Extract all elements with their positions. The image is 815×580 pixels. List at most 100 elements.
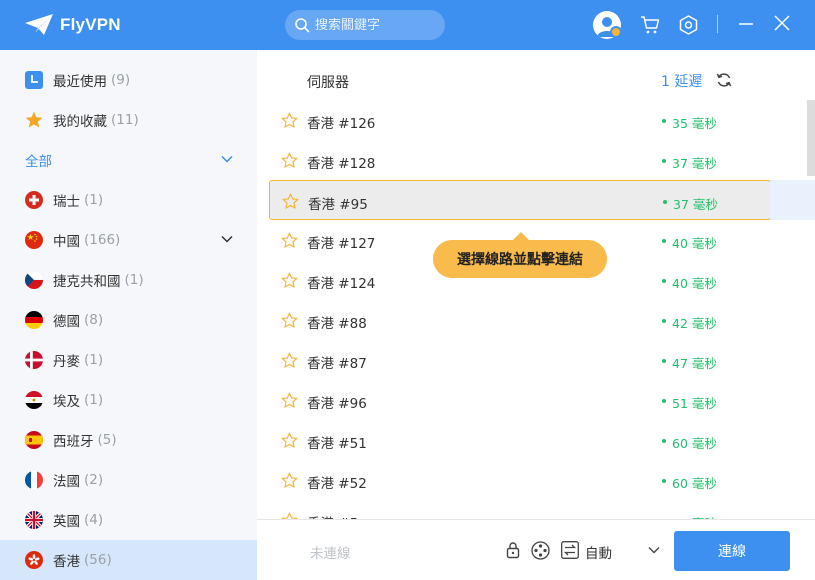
sidebar-item-count: (2) bbox=[84, 472, 104, 488]
germany-flag-icon bbox=[25, 311, 43, 329]
server-latency: 37 毫秒 bbox=[673, 197, 718, 212]
header-divider bbox=[717, 15, 718, 33]
sidebar-item-france[interactable]: 法國 (2) bbox=[0, 460, 257, 500]
sidebar-item-count: (11) bbox=[111, 112, 139, 128]
server-row[interactable]: 香港 #88 42 毫秒 bbox=[269, 300, 771, 340]
sidebar-item-spain[interactable]: 西班牙 (5) bbox=[0, 420, 257, 460]
favorite-star-icon[interactable] bbox=[281, 112, 298, 129]
sidebar-item-count: (8) bbox=[84, 312, 104, 328]
server-row[interactable]: 香港 #564 毫秒 bbox=[269, 500, 771, 519]
sidebar-item-favorites[interactable]: 我的收藏 (11) bbox=[0, 100, 257, 140]
server-name: 香港 #126 bbox=[307, 116, 376, 132]
settings-icon[interactable] bbox=[679, 15, 698, 35]
sidebar-item-hongkong[interactable]: 香港 (56) bbox=[0, 540, 257, 580]
server-latency: 60 毫秒 bbox=[672, 436, 717, 451]
sidebar-item-label: 捷克共和國 bbox=[53, 274, 121, 290]
sidebar-item-germany[interactable]: 德國 (8) bbox=[0, 300, 257, 340]
server-row[interactable]: 香港 #126 35 毫秒 bbox=[269, 100, 771, 140]
connect-button[interactable]: 連線 bbox=[674, 531, 790, 571]
cart-icon[interactable] bbox=[640, 15, 660, 35]
sidebar-item-count: (1) bbox=[84, 352, 104, 368]
favorite-star-icon[interactable] bbox=[281, 312, 298, 329]
server-name: 香港 #88 bbox=[307, 316, 367, 332]
sidebar-item-uk[interactable]: 英國 (4) bbox=[0, 500, 257, 540]
sidebar-item-switzerland[interactable]: 瑞士 (1) bbox=[0, 180, 257, 220]
server-name: 香港 #95 bbox=[308, 197, 368, 213]
switch-mode-icon[interactable] bbox=[561, 541, 579, 559]
sidebar-item-china[interactable]: 中國 (166) bbox=[0, 220, 257, 260]
server-row[interactable]: 香港 #128 37 毫秒 bbox=[269, 140, 771, 180]
server-latency: 37 毫秒 bbox=[672, 156, 717, 171]
connection-status: 未連線 bbox=[310, 546, 351, 562]
close-icon[interactable] bbox=[774, 15, 790, 31]
server-name: 香港 #5 bbox=[307, 512, 358, 519]
favorite-star-icon[interactable] bbox=[281, 512, 298, 519]
sidebar-item-label: 香港 bbox=[53, 554, 80, 570]
refresh-icon[interactable] bbox=[716, 72, 732, 88]
sidebar-item-denmark[interactable]: 丹麥 (1) bbox=[0, 340, 257, 380]
chevron-down-icon[interactable] bbox=[648, 546, 660, 554]
favorite-star-icon[interactable] bbox=[282, 193, 299, 210]
protocol-icon[interactable] bbox=[531, 541, 550, 560]
hongkong-flag-icon bbox=[25, 551, 43, 569]
server-row[interactable]: 香港 #96 51 毫秒 bbox=[269, 380, 771, 420]
latency-dot bbox=[662, 319, 666, 323]
sidebar-item-label: 德國 bbox=[53, 314, 80, 330]
czech-flag-icon bbox=[25, 271, 43, 289]
sidebar-item-label: 最近使用 bbox=[53, 74, 107, 90]
favorite-star-icon[interactable] bbox=[281, 352, 298, 369]
chevron-down-icon bbox=[221, 155, 233, 163]
sidebar-item-label: 中國 bbox=[53, 234, 80, 250]
denmark-flag-icon bbox=[25, 351, 43, 369]
latency-dot bbox=[662, 119, 666, 123]
clock-icon bbox=[25, 71, 43, 89]
server-latency: 60 毫秒 bbox=[672, 476, 717, 491]
favorite-star-icon[interactable] bbox=[281, 152, 298, 169]
swiss-flag-icon bbox=[25, 191, 43, 209]
favorite-star-icon[interactable] bbox=[281, 232, 298, 249]
latency-dot bbox=[662, 399, 666, 403]
server-row[interactable]: 香港 #87 47 毫秒 bbox=[269, 340, 771, 380]
server-latency: 35 毫秒 bbox=[672, 116, 717, 131]
column-latency[interactable]: 1 延遲 bbox=[661, 71, 702, 91]
favorite-star-icon[interactable] bbox=[281, 472, 298, 489]
column-server[interactable]: 伺服器 bbox=[307, 72, 349, 92]
sidebar-item-recent[interactable]: 最近使用 (9) bbox=[0, 60, 257, 100]
server-row[interactable]: 香港 #95 37 毫秒 bbox=[269, 180, 815, 220]
server-name: 香港 #128 bbox=[307, 156, 376, 172]
favorite-star-icon[interactable] bbox=[281, 272, 298, 289]
latency-dot bbox=[662, 159, 666, 163]
sidebar-item-czech[interactable]: 捷克共和國 (1) bbox=[0, 260, 257, 300]
server-row[interactable]: 香港 #51 60 毫秒 bbox=[269, 420, 771, 460]
title-bar: FlyVPN bbox=[0, 0, 815, 50]
star-icon bbox=[25, 111, 43, 128]
uk-flag-icon bbox=[25, 511, 43, 529]
server-row[interactable]: 香港 #52 60 毫秒 bbox=[269, 460, 771, 500]
sidebar-item-count: (5) bbox=[97, 432, 117, 448]
server-latency: 51 毫秒 bbox=[672, 396, 717, 411]
chevron-down-icon[interactable] bbox=[221, 234, 233, 244]
mode-select[interactable]: 自動 bbox=[585, 542, 612, 562]
latency-dot bbox=[662, 359, 666, 363]
hint-tooltip: 選擇線路並點擊連結 bbox=[433, 232, 607, 278]
search-input[interactable] bbox=[315, 17, 435, 33]
china-flag-icon bbox=[25, 231, 43, 249]
lock-icon[interactable] bbox=[506, 541, 520, 559]
favorite-star-icon[interactable] bbox=[281, 432, 298, 449]
scrollbar-thumb[interactable] bbox=[807, 100, 815, 176]
search-box[interactable] bbox=[285, 10, 445, 40]
app-logo: FlyVPN bbox=[24, 13, 121, 37]
favorite-star-icon[interactable] bbox=[281, 392, 298, 409]
server-name: 香港 #87 bbox=[307, 356, 367, 372]
latency-dot bbox=[662, 279, 666, 283]
sidebar-item-egypt[interactable]: 埃及 (1) bbox=[0, 380, 257, 420]
sidebar-item-all[interactable]: 全部 bbox=[0, 140, 257, 180]
avatar-badge bbox=[610, 26, 622, 38]
app-name: FlyVPN bbox=[60, 15, 121, 34]
sidebar-item-count: (4) bbox=[84, 512, 104, 528]
latency-dot bbox=[663, 200, 667, 204]
server-list-header: 伺服器 1 延遲 bbox=[257, 60, 815, 100]
minimize-icon[interactable] bbox=[738, 15, 754, 33]
sidebar-item-label: 法國 bbox=[53, 474, 80, 490]
connection-bar: 未連線 自動 連線 bbox=[257, 519, 815, 580]
